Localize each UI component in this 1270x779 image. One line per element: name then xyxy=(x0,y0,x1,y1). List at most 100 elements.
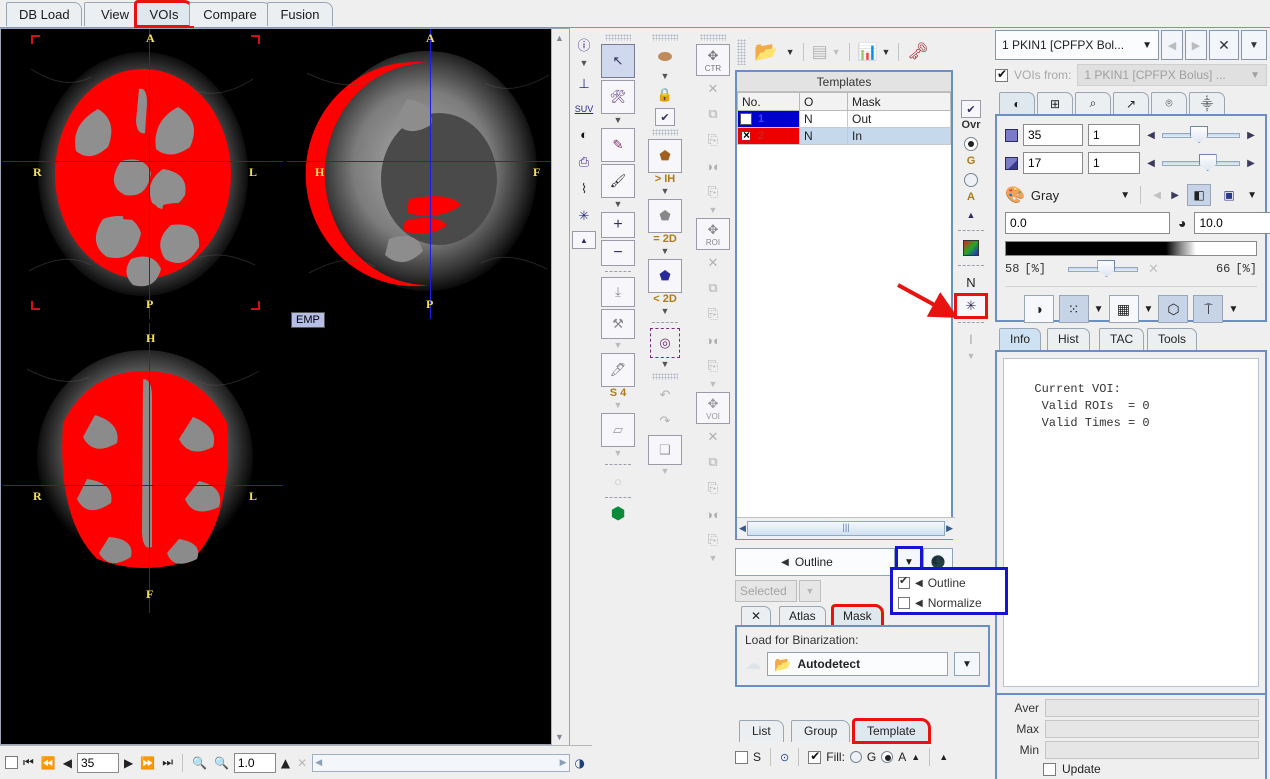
image-horizontal-scrollbar[interactable]: ◀ ▶ xyxy=(312,753,570,772)
chevron-down-icon[interactable]: ▼ xyxy=(1142,40,1152,51)
series-title-field[interactable]: 1 PKIN1 [CPFPX Bol... ▼ xyxy=(995,30,1159,60)
open-folder-icon[interactable]: 📂 xyxy=(750,40,782,64)
tab-close[interactable]: ✕ xyxy=(741,606,772,626)
histogram-icon[interactable]: 📊 xyxy=(858,42,878,62)
caret-down-icon[interactable]: ▼ xyxy=(1228,304,1238,315)
copy-icon[interactable]: ⧉ xyxy=(699,450,727,474)
tab-group[interactable]: Group xyxy=(791,720,851,742)
scroll-left-icon[interactable]: ◀ xyxy=(739,523,746,534)
caret-down-icon[interactable]: ▼ xyxy=(1144,304,1154,315)
gray-radio[interactable] xyxy=(956,133,986,155)
undo-icon[interactable]: ↶ xyxy=(650,383,680,407)
chevron-down-icon[interactable]: ▼ xyxy=(1250,70,1260,81)
caret-down-icon[interactable]: ▼ xyxy=(614,200,623,209)
convert-icon[interactable]: 🗝 xyxy=(907,42,929,62)
tab-list[interactable]: List xyxy=(739,720,784,742)
mirror-icon[interactable]: ◑◐ xyxy=(699,328,727,352)
slice-slider[interactable] xyxy=(1162,126,1240,144)
scroll-right-icon[interactable]: ▶ xyxy=(946,523,953,534)
delete-icon[interactable]: ✕ xyxy=(699,252,727,274)
row-no-cell[interactable]: 1 xyxy=(737,110,800,128)
axe-tool[interactable]: ⚒ xyxy=(601,309,635,339)
close-series-button[interactable]: ✕ xyxy=(1209,30,1239,60)
range-min-input[interactable] xyxy=(1005,212,1170,234)
next-fast-icon[interactable]: ⏩ xyxy=(138,756,157,770)
target-marker-icon[interactable]: ⊙ xyxy=(780,751,789,764)
collapse-icon[interactable]: ▲ xyxy=(956,205,986,225)
scroll-left-icon[interactable]: ◀ xyxy=(315,757,322,768)
scroll-right-icon[interactable]: ▶ xyxy=(560,757,567,768)
caret-down-icon[interactable]: ▼ xyxy=(661,360,670,369)
palette-prev-button[interactable]: ◀ xyxy=(1151,190,1163,201)
grid-display-button[interactable]: ▦ xyxy=(1108,295,1139,323)
s-checkbox[interactable] xyxy=(735,750,748,764)
add-copy-icon[interactable]: ⎘ xyxy=(699,528,727,552)
prev-series-button[interactable]: ◀ xyxy=(1161,30,1183,60)
checker-display-button[interactable]: ◑ xyxy=(1023,295,1054,323)
slice-increment-button[interactable]: ▶ xyxy=(1245,130,1257,141)
caret-down-icon[interactable]: ▼ xyxy=(786,47,795,57)
vois-from-field[interactable]: 1 PKIN1 [CPFPX Bolus] ... ▼ xyxy=(1077,64,1267,86)
info-icon[interactable]: ⓘ xyxy=(569,31,599,57)
target-icon[interactable]: ✳ xyxy=(569,203,599,229)
tab-compare[interactable]: Compare xyxy=(189,2,271,26)
green-accept-icon[interactable]: ⬢ xyxy=(605,503,631,525)
slice-number-input[interactable] xyxy=(77,752,119,773)
text-cursor-icon[interactable]: I xyxy=(956,328,986,350)
frame-value-input[interactable] xyxy=(1023,152,1083,174)
move-roi-icon[interactable]: ✥ ROI xyxy=(696,218,730,250)
add-copy-icon[interactable]: ⎘ xyxy=(699,354,727,378)
templates-table[interactable]: No. O Mask 1 N Out 2 N In xyxy=(737,92,951,145)
selected-combo-field[interactable]: Selected xyxy=(735,580,797,602)
tab-fusion[interactable]: Fusion xyxy=(267,2,333,26)
zoom-out-icon[interactable]: 🔍 xyxy=(212,756,231,770)
fill-checkbox[interactable] xyxy=(808,749,822,764)
overlay-checkbox[interactable]: ✔ xyxy=(961,100,981,118)
palette-next-button[interactable]: ▶ xyxy=(1169,190,1181,201)
left-arrow-icon[interactable]: ◀ xyxy=(781,557,789,568)
scroll-up-icon[interactable]: ▲ xyxy=(555,33,564,43)
vois-from-checkbox[interactable] xyxy=(995,67,1008,82)
frame-slider[interactable] xyxy=(1162,154,1240,172)
caret-down-icon[interactable]: ▼ xyxy=(661,307,670,316)
tab-layout[interactable]: ⊞ xyxy=(1037,92,1073,114)
tab-hist[interactable]: Hist xyxy=(1047,328,1090,350)
paint-bucket-gt-icon[interactable]: ⬟ xyxy=(648,139,682,173)
compress-tool[interactable]: ⤓ xyxy=(601,277,635,307)
collapse-icon[interactable]: ▲ xyxy=(911,752,920,762)
mirror-icon[interactable]: ◑◐ xyxy=(699,154,727,178)
tab-contrast[interactable]: ◐ xyxy=(999,92,1035,114)
fill-gray-radio[interactable] xyxy=(849,751,862,763)
collapse-icon[interactable]: ▲ xyxy=(939,752,948,762)
frame-increment-button[interactable]: ▶ xyxy=(1245,158,1257,169)
reset-window-icon[interactable]: ✕ xyxy=(1148,262,1159,277)
tab-tac[interactable]: TAC xyxy=(1099,328,1145,350)
selection-marquee-icon[interactable]: ◎ xyxy=(650,328,680,358)
tab-brain[interactable]: ⌾ xyxy=(1151,92,1187,114)
thermometer-icon[interactable]: ⌇ xyxy=(569,177,599,201)
tab-atlas[interactable]: Atlas xyxy=(779,606,826,626)
caret-down-icon[interactable]: ▼ xyxy=(661,467,670,476)
paint-bucket-lt-icon[interactable]: ⬟ xyxy=(648,259,682,293)
slice-decrement-button[interactable]: ◀ xyxy=(1145,130,1157,141)
image-transverse[interactable]: A P R L xyxy=(3,29,283,319)
table-row[interactable]: 1 N Out xyxy=(737,110,951,128)
palette-dropdown-icon[interactable]: ▼ xyxy=(1120,190,1130,201)
row-no-cell[interactable]: 2 xyxy=(737,127,800,145)
color-palette-icon[interactable] xyxy=(956,236,986,260)
prev-slice-icon[interactable]: ◀ xyxy=(61,756,74,770)
printer-icon[interactable]: ⎙ xyxy=(569,149,599,175)
image-sagittal[interactable]: A P H F xyxy=(287,29,569,319)
table-row[interactable]: 2 N In xyxy=(737,127,951,145)
frame-step-input[interactable] xyxy=(1088,152,1140,174)
cloud-icon[interactable]: ☁ xyxy=(745,654,761,674)
display-mode-icon[interactable]: ◑ xyxy=(573,756,587,770)
save-icon[interactable]: ▤ xyxy=(812,42,828,62)
move-ctr-icon[interactable]: ✥ CTR xyxy=(696,44,730,76)
outline-menu-checkbox[interactable] xyxy=(898,574,910,589)
zoom-level-input[interactable] xyxy=(233,752,276,773)
segment-check-icon[interactable]: ✔ xyxy=(655,108,675,126)
delete-icon[interactable]: ✕ xyxy=(699,426,727,448)
caret-down-icon[interactable]: ▼ xyxy=(661,187,670,196)
image-viewport[interactable]: A P R L A P H F H F R L ▲ ▼ xyxy=(0,28,570,746)
